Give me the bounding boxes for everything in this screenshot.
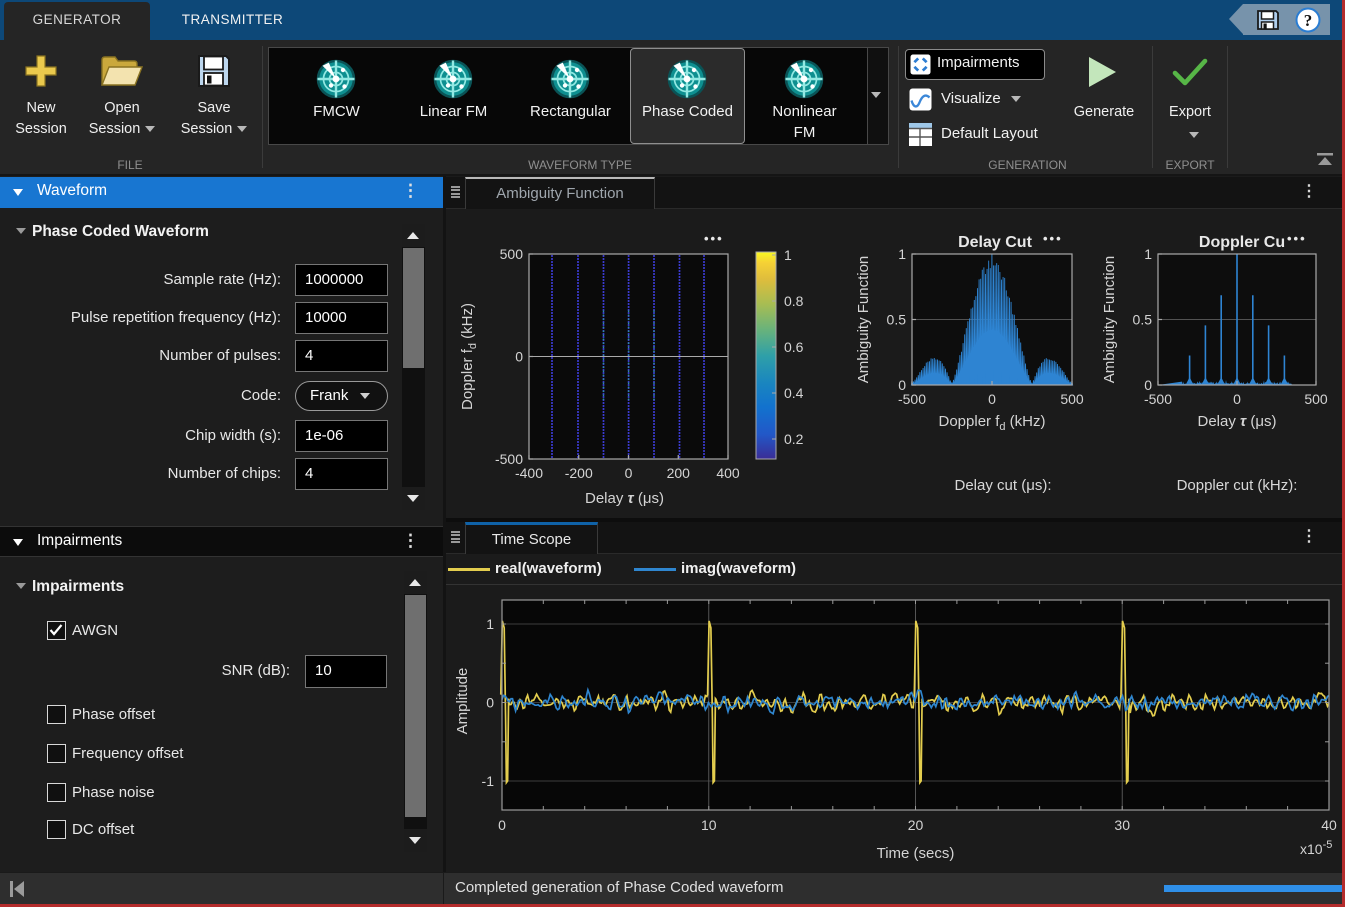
svg-text:1: 1: [486, 616, 494, 632]
svg-text:-200: -200: [565, 465, 593, 481]
svg-text:20: 20: [908, 817, 924, 833]
svg-text:Ambiguity Function: Ambiguity Function: [1101, 256, 1118, 384]
svg-text:-1: -1: [482, 773, 495, 789]
svg-text:Time (secs): Time (secs): [877, 845, 955, 862]
svg-text:0.4: 0.4: [784, 385, 804, 401]
svg-text:0: 0: [486, 695, 494, 711]
svg-text:0.5: 0.5: [887, 312, 907, 328]
svg-text:1: 1: [1144, 246, 1152, 262]
svg-text:0.6: 0.6: [784, 339, 804, 355]
svg-text:0.2: 0.2: [784, 431, 804, 447]
svg-text:Amplitude: Amplitude: [454, 668, 471, 735]
svg-text:Doppler fd (kHz): Doppler fd (kHz): [939, 413, 1046, 433]
svg-text:0: 0: [515, 349, 523, 365]
svg-text:-400: -400: [515, 465, 543, 481]
svg-text:30: 30: [1114, 817, 1130, 833]
svg-text:Doppler fd (kHz): Doppler fd (kHz): [459, 303, 479, 410]
svg-text:500: 500: [1060, 391, 1084, 407]
svg-text:?: ?: [1304, 11, 1313, 30]
svg-text:0: 0: [988, 391, 996, 407]
svg-text:200: 200: [667, 465, 691, 481]
svg-text:0.8: 0.8: [784, 293, 804, 309]
svg-text:1: 1: [784, 247, 792, 263]
svg-text:0: 0: [625, 465, 633, 481]
svg-text:Delay cut (μs):: Delay cut (μs):: [955, 477, 1052, 494]
svg-text:Doppler cut (kHz):: Doppler cut (kHz):: [1177, 477, 1298, 494]
svg-text:40: 40: [1321, 817, 1337, 833]
svg-text:500: 500: [1304, 391, 1328, 407]
svg-text:Ambiguity Function: Ambiguity Function: [855, 256, 872, 384]
svg-text:x10-5: x10-5: [1300, 839, 1332, 857]
svg-text:Delay τ (μs): Delay τ (μs): [585, 490, 664, 507]
svg-text:1: 1: [898, 246, 906, 262]
svg-text:400: 400: [716, 465, 740, 481]
svg-text:-500: -500: [1144, 391, 1172, 407]
svg-text:•••: •••: [1287, 231, 1307, 246]
svg-text:Delay Cut: Delay Cut: [958, 234, 1032, 251]
svg-text:-500: -500: [898, 391, 926, 407]
svg-text:0.5: 0.5: [1133, 312, 1153, 328]
svg-text:•••: •••: [1043, 231, 1063, 246]
svg-text:10: 10: [701, 817, 717, 833]
svg-text:Doppler Cu: Doppler Cu: [1199, 234, 1285, 251]
svg-text:500: 500: [500, 246, 524, 262]
svg-text:Delay τ (μs): Delay τ (μs): [1198, 413, 1277, 430]
svg-text:0: 0: [498, 817, 506, 833]
svg-text:•••: •••: [704, 231, 724, 246]
svg-text:0: 0: [1233, 391, 1241, 407]
